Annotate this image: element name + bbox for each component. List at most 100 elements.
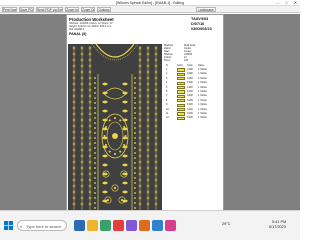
border-dot <box>94 142 96 144</box>
zoom-in-button[interactable]: Zoom In <box>65 7 79 12</box>
leaf-motif <box>102 82 108 86</box>
thread-code: C100 <box>187 94 193 98</box>
border-dot <box>94 82 96 84</box>
border-dot <box>134 197 136 199</box>
embroidery-design-preview <box>68 44 162 212</box>
thread-color-swatch <box>177 107 185 112</box>
border-dot <box>134 157 136 159</box>
weather-readout: 29°C <box>222 222 231 226</box>
leaf-motif <box>122 82 128 86</box>
border-dot <box>134 147 136 149</box>
sequence-number: 4 <box>166 81 168 85</box>
thread-color-swatch <box>177 99 185 103</box>
border-dot <box>94 207 96 209</box>
options-button[interactable]: Options <box>97 7 111 12</box>
border-dot <box>134 187 136 189</box>
border-dot <box>94 112 96 114</box>
worksheet-page: Production Worksheet Stitches: 123456 Co… <box>66 14 224 224</box>
thread-name: 1 Yellow <box>198 98 207 102</box>
border-dot <box>134 82 136 84</box>
thread-color-swatch <box>177 68 185 72</box>
border-dot <box>94 97 96 99</box>
sequence-number: 6 <box>166 90 168 93</box>
print-now-button[interactable]: Print Now <box>2 7 17 12</box>
leaf-motif <box>122 145 128 149</box>
thread-name: 1 Yellow <box>198 116 207 120</box>
border-dot <box>94 162 96 164</box>
border-dot <box>134 152 136 154</box>
save-pdf-button[interactable]: Save PDF <box>19 7 34 12</box>
border-dot <box>134 97 136 99</box>
sequence-number: 9 <box>166 103 168 107</box>
medallion-petal <box>108 150 111 153</box>
thread-color-swatch <box>177 90 185 94</box>
preview-workspace: Production Worksheet Stitches: 123456 Co… <box>0 14 300 224</box>
send-pdf-email-button[interactable]: Send PDF via Email <box>36 7 63 12</box>
search-icon: ⌕ <box>20 224 23 229</box>
taskbar-app-icon[interactable] <box>126 220 137 231</box>
border-dot <box>134 87 136 89</box>
thread-color-swatch <box>177 77 185 81</box>
border-dot <box>134 172 136 174</box>
leaf-motif <box>122 100 128 104</box>
design-code: TAAV/003 <box>191 17 209 21</box>
taskbar-app-icon[interactable] <box>113 220 124 231</box>
border-dot <box>94 87 96 89</box>
design-name: PANAL (8) <box>69 32 87 36</box>
border-dot <box>134 162 136 164</box>
flower-center <box>113 186 117 190</box>
sequence-header: Name <box>198 64 205 67</box>
sequence-number: 8 <box>166 98 168 102</box>
landscape-button[interactable]: Landscape <box>196 7 216 12</box>
thread-color-swatch <box>177 116 185 120</box>
taskbar-app-icon[interactable] <box>87 220 98 231</box>
thread-color-swatch <box>177 72 185 76</box>
taskbar-app-icon[interactable] <box>165 220 176 231</box>
sequence-header: Color <box>177 64 183 67</box>
worksheet-meta-line: File: EMAB-1 <box>69 28 85 31</box>
thread-code: C100 <box>187 116 193 120</box>
border-dot <box>94 102 96 104</box>
border-dot <box>134 107 136 109</box>
border-dot <box>94 152 96 154</box>
thread-code: C100 <box>187 98 193 102</box>
neckline-border <box>95 44 135 58</box>
border-dot <box>134 77 136 79</box>
border-dot <box>94 192 96 194</box>
border-dot <box>134 132 136 134</box>
thread-name: 1 Yellow <box>198 103 207 107</box>
thread-name: 1 Yellow <box>198 112 207 115</box>
leaf-motif <box>102 109 108 113</box>
leaf-motif <box>102 91 108 95</box>
border-dot <box>94 107 96 109</box>
windows-start-icon[interactable] <box>4 221 13 230</box>
medallion-petal <box>119 119 122 122</box>
taskbar-search-box[interactable]: ⌕ Type here to search <box>17 220 67 231</box>
border-dot <box>94 137 96 139</box>
embroidery-pattern <box>72 44 158 210</box>
taskbar-app-icon[interactable] <box>139 220 150 231</box>
leaf-motif <box>122 181 128 185</box>
taskbar-app-icon[interactable] <box>152 220 163 231</box>
thread-code: C100 <box>187 81 193 85</box>
thread-code: C100 <box>187 85 193 89</box>
thread-color-swatch <box>177 94 185 98</box>
border-dot <box>134 122 136 124</box>
taskbar-app-icon[interactable] <box>74 220 85 231</box>
sequence-number: 10 <box>166 107 169 111</box>
leaf-motif <box>122 190 128 194</box>
border-dot <box>94 157 96 159</box>
medallion-petal <box>119 150 122 153</box>
design-code: 030D003/23 <box>191 27 212 31</box>
zoom-out-button[interactable]: Zoom Out <box>81 7 95 12</box>
border-dot <box>94 167 96 169</box>
medallion-center <box>112 133 118 139</box>
thread-name: 1 Yellow <box>198 76 207 80</box>
taskbar-app-icon[interactable] <box>100 220 111 231</box>
border-dot <box>94 122 96 124</box>
leaf-motif <box>122 91 128 95</box>
sequence-number: 1 <box>166 68 168 71</box>
thread-code: C100 <box>187 112 193 115</box>
medallion-petal <box>108 119 111 122</box>
border-dot <box>94 92 96 94</box>
